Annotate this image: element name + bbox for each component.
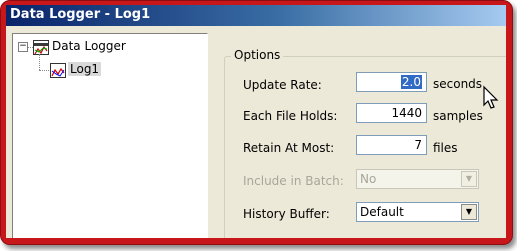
log-icon [50, 63, 66, 78]
options-group-title: Options [231, 48, 284, 62]
history-buffer-value: Default [360, 205, 404, 219]
file-holds-unit: samples [433, 109, 483, 123]
retain-input[interactable]: 7 [356, 135, 427, 155]
include-batch-select: No ▼ [356, 169, 479, 189]
retain-label: Retain At Most: [243, 141, 335, 155]
mouse-pointer-icon [482, 85, 502, 111]
tree-connector [39, 54, 40, 70]
update-rate-input[interactable]: 2.0 [356, 72, 427, 92]
update-rate-unit: seconds [433, 77, 483, 91]
chevron-down-icon[interactable]: ▼ [461, 204, 477, 220]
retain-unit: files [433, 141, 458, 155]
file-holds-label: Each File Holds: [243, 109, 338, 123]
title-bar[interactable]: Data Logger - Log1 [6, 5, 506, 26]
history-buffer-label: History Buffer: [243, 207, 330, 221]
update-rate-value: 2.0 [400, 75, 422, 89]
history-buffer-select[interactable]: Default ▼ [356, 202, 479, 222]
tree-item-log1[interactable]: Log1 [68, 62, 102, 76]
collapse-icon[interactable]: − [18, 42, 28, 52]
window-title: Data Logger - Log1 [10, 7, 151, 22]
file-holds-input[interactable]: 1440 [356, 103, 427, 123]
include-batch-label: Include in Batch: [243, 174, 344, 188]
tree-item-label: Data Logger [52, 39, 126, 53]
data-logger-icon [33, 40, 49, 55]
chevron-down-icon: ▼ [461, 171, 477, 187]
tree-item-label: Log1 [68, 62, 102, 76]
tree-view[interactable]: − Data Logger Log1 [12, 33, 208, 238]
update-rate-label: Update Rate: [243, 78, 322, 92]
data-logger-window: Data Logger - Log1 − Data Logger Log1 Op… [6, 5, 506, 238]
tree-connector [39, 70, 49, 71]
include-batch-value: No [360, 172, 377, 186]
tree-item-data-logger[interactable]: Data Logger [52, 39, 126, 53]
